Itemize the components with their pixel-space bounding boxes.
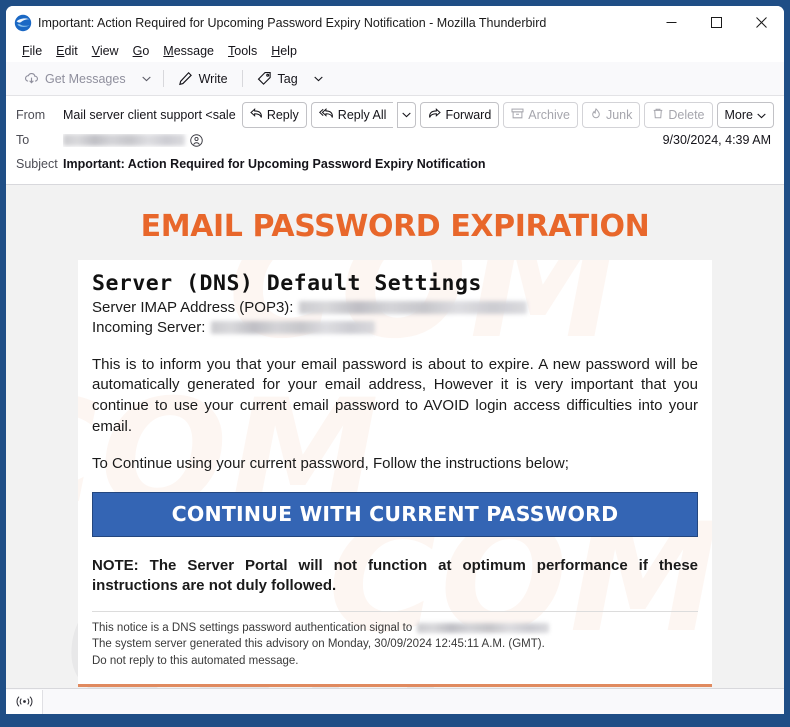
menu-item-message[interactable]: Message — [156, 42, 221, 60]
broadcast-signal-icon[interactable] — [6, 689, 43, 714]
menu-item-help[interactable]: Help — [264, 42, 304, 60]
from-address[interactable]: Mail server client support <sales11@shar… — [63, 108, 236, 122]
status-bar — [6, 688, 784, 714]
forward-button[interactable]: Forward — [420, 102, 500, 128]
archive-icon — [511, 108, 524, 122]
delete-button[interactable]: Delete — [644, 102, 713, 128]
write-label: Write — [198, 71, 228, 86]
junk-label: Junk — [605, 108, 633, 122]
server-imap-value-redacted — [299, 301, 528, 315]
main-toolbar: Get Messages Write Tag — [6, 62, 784, 96]
to-label: To — [16, 133, 30, 147]
archive-button[interactable]: Archive — [503, 102, 578, 128]
incoming-server-row: Incoming Server: — [92, 318, 698, 338]
pencil-icon — [178, 71, 193, 86]
reply-all-chevron-down-icon[interactable] — [397, 102, 417, 128]
footer-line-3: Do not reply to this automated message. — [92, 655, 299, 668]
tag-chevron-down-icon[interactable] — [308, 72, 329, 86]
message-actions: Reply Reply All Forward Archive Junk Del… — [241, 102, 774, 128]
tag-icon — [257, 71, 272, 86]
window-controls — [649, 6, 784, 39]
footer-line-1: This notice is a DNS settings password a… — [92, 621, 413, 634]
dns-settings-title: Server (DNS) Default Settings — [92, 271, 482, 296]
junk-button[interactable]: Junk — [581, 102, 641, 128]
more-chevron-down-icon — [757, 108, 766, 122]
email-card: COM COM COM Server (DNS) Default Setting… — [78, 260, 712, 687]
reply-all-label: Reply All — [337, 108, 387, 122]
email-body: COM COM COM EMAIL PASSWORD EXPIRATION CO… — [6, 185, 784, 688]
menu-item-file[interactable]: File — [15, 42, 49, 60]
tag-label: Tag — [277, 71, 298, 86]
to-recipient-redacted[interactable] — [63, 134, 185, 146]
get-messages-button[interactable]: Get Messages — [16, 67, 134, 90]
incoming-server-label: Incoming Server: — [92, 318, 206, 336]
subject-label: Subject — [16, 157, 58, 171]
from-row: From Mail server client support <sales11… — [16, 102, 774, 128]
incoming-server-value-redacted — [211, 321, 376, 335]
get-messages-chevron-down-icon[interactable] — [136, 72, 157, 86]
message-header: From Mail server client support <sales11… — [6, 96, 784, 185]
status-bar-fill — [43, 690, 784, 714]
junk-flame-icon — [590, 107, 602, 122]
toolbar-divider — [162, 70, 164, 87]
from-label: From — [16, 108, 46, 122]
reply-all-icon — [318, 108, 334, 122]
reply-button[interactable]: Reply — [241, 102, 307, 128]
archive-label: Archive — [528, 108, 570, 122]
reply-all-button[interactable]: Reply All — [310, 102, 394, 128]
email-footer: This notice is a DNS settings password a… — [92, 620, 698, 670]
thunderbird-window: Important: Action Required for Upcoming … — [6, 6, 784, 714]
close-icon[interactable] — [739, 6, 784, 39]
server-imap-row: Server IMAP Address (POP3): — [92, 298, 698, 318]
thunderbird-logo-icon — [14, 14, 32, 32]
trash-icon — [652, 108, 664, 122]
title-bar: Important: Action Required for Upcoming … — [6, 6, 784, 39]
footer-line-1-row: This notice is a DNS settings password a… — [92, 620, 698, 637]
menu-bar: File Edit View Go Message Tools Help — [6, 39, 784, 62]
reply-label: Reply — [266, 108, 299, 122]
minimize-icon[interactable] — [649, 6, 694, 39]
email-paragraph-1: This is to inform you that your email pa… — [92, 355, 698, 435]
footer-line-2: The system server generated this advisor… — [92, 638, 545, 651]
footer-recipient-redacted — [417, 623, 550, 634]
get-messages-label: Get Messages — [45, 71, 126, 86]
footer-divider — [92, 610, 698, 612]
email-paragraph-2: To Continue using your current password,… — [92, 455, 569, 473]
tag-button[interactable]: Tag — [249, 67, 306, 90]
window-title: Important: Action Required for Upcoming … — [38, 15, 547, 30]
subject-value: Important: Action Required for Upcoming … — [63, 157, 486, 171]
email-card-content: Server (DNS) Default Settings Server IMA… — [92, 271, 698, 670]
reply-icon — [250, 108, 263, 122]
email-note: NOTE: The Server Portal will not functio… — [92, 557, 698, 595]
forward-label: Forward — [445, 108, 492, 122]
to-row: To 9/30/2024, 4:39 AM — [16, 128, 774, 152]
toolbar-divider-2 — [241, 70, 243, 87]
message-date: 9/30/2024, 4:39 AM — [662, 133, 771, 147]
menu-item-edit[interactable]: Edit — [49, 42, 85, 60]
email-heading: EMAIL PASSWORD EXPIRATION — [140, 209, 650, 244]
menu-item-go[interactable]: Go — [126, 42, 157, 60]
more-button[interactable]: More — [716, 102, 774, 128]
server-imap-label: Server IMAP Address (POP3): — [92, 299, 294, 316]
write-button[interactable]: Write — [170, 67, 236, 90]
from-value-wrap: Mail server client support <sales11@shar… — [63, 108, 236, 122]
download-cloud-icon — [24, 71, 39, 86]
forward-icon — [428, 108, 442, 122]
delete-label: Delete — [668, 108, 705, 122]
to-value-wrap — [63, 133, 663, 147]
continue-with-current-password-button[interactable]: CONTINUE WITH CURRENT PASSWORD — [92, 492, 698, 538]
to-contact-avatar-icon[interactable] — [190, 133, 203, 147]
menu-item-tools[interactable]: Tools — [221, 42, 264, 60]
subject-row: Subject Important: Action Required for U… — [16, 152, 774, 176]
more-label: More — [724, 108, 753, 122]
menu-item-view[interactable]: View — [85, 42, 126, 60]
maximize-icon[interactable] — [694, 6, 739, 39]
